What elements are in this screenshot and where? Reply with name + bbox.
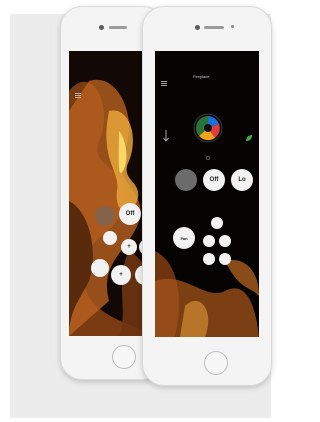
off-button[interactable]: Off	[203, 169, 225, 191]
off-button[interactable]: Off	[119, 203, 141, 225]
down-left-button[interactable]	[203, 253, 215, 265]
off-label: Off	[125, 211, 135, 217]
home-button[interactable]	[112, 345, 136, 369]
front-phone: Fireplace Off Lo Fan	[142, 6, 272, 386]
small-button[interactable]	[103, 231, 117, 245]
earpiece-speaker	[204, 26, 224, 29]
leaf-icon[interactable]	[245, 129, 253, 147]
hamburger-menu-icon[interactable]	[75, 85, 81, 103]
flame-color-dial[interactable]	[193, 113, 223, 143]
down-right-button[interactable]	[219, 253, 231, 265]
front-camera	[99, 25, 104, 30]
front-camera	[195, 25, 200, 30]
up-button[interactable]	[211, 217, 223, 229]
lo-label: Lo	[238, 177, 246, 183]
lo-button[interactable]: Lo	[231, 169, 253, 191]
home-button[interactable]	[204, 351, 228, 375]
fan-button[interactable]: Fan	[173, 227, 195, 249]
flame-toggle-button[interactable]	[95, 206, 115, 226]
proximity-sensor	[231, 25, 234, 28]
add-label: +	[119, 272, 123, 278]
arrow-down-icon[interactable]	[163, 129, 169, 147]
add-button[interactable]: +	[111, 265, 131, 285]
fan-label: Fan	[180, 235, 188, 241]
mode-button[interactable]	[91, 259, 109, 277]
flame-toggle-button[interactable]	[175, 169, 197, 191]
left-button[interactable]	[203, 235, 215, 247]
flame-background	[155, 51, 259, 337]
dial-indicator	[205, 147, 211, 165]
earpiece-speaker	[109, 26, 127, 29]
front-phone-screen: Fireplace Off Lo Fan	[155, 51, 259, 337]
hamburger-menu-icon[interactable]	[161, 73, 167, 91]
app-title: Fireplace	[193, 74, 210, 79]
right-button[interactable]	[219, 235, 231, 247]
plus-label: +	[127, 244, 131, 250]
off-label: Off	[209, 177, 219, 183]
plus-button[interactable]: +	[121, 239, 137, 255]
